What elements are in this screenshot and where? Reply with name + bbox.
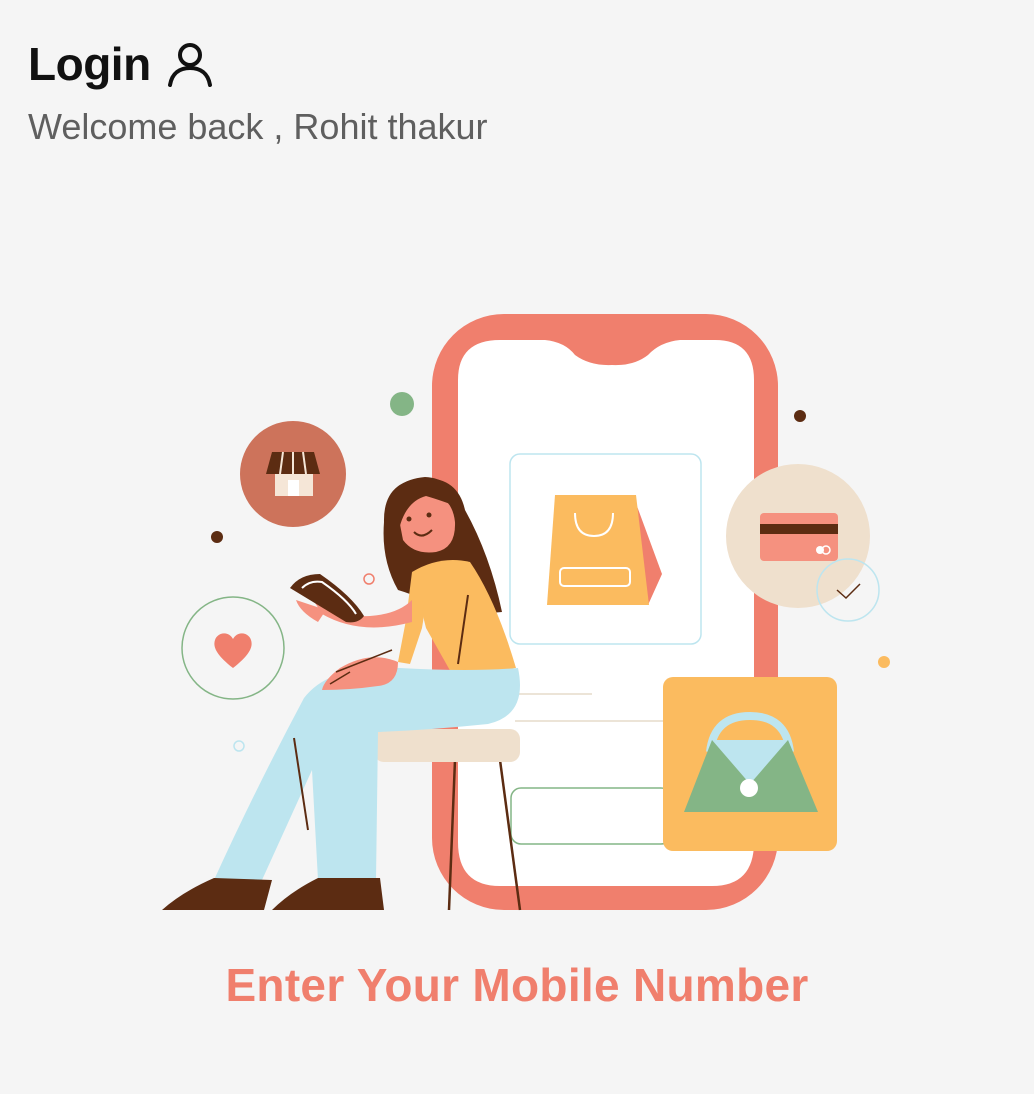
enter-mobile-number-link[interactable]: Enter Your Mobile Number <box>0 958 1034 1012</box>
woman-shopping-on-phone-illustration <box>162 314 890 911</box>
store-icon <box>240 421 346 527</box>
handbag-icon <box>663 677 837 851</box>
credit-card-icon <box>726 464 870 608</box>
heart-icon <box>181 596 285 700</box>
